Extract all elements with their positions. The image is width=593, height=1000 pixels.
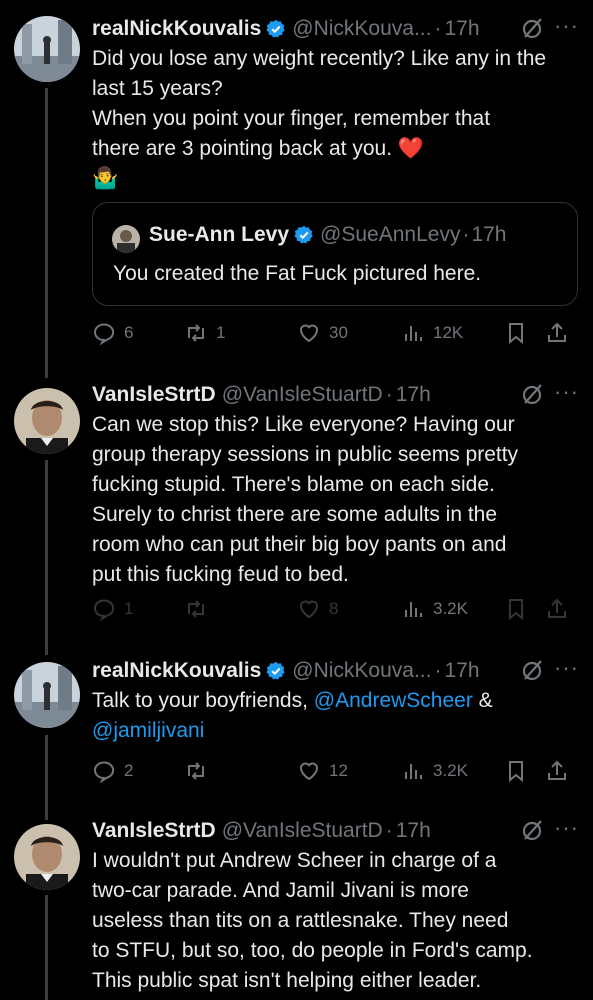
heart-icon	[299, 762, 319, 781]
share-icon	[548, 598, 566, 618]
handle[interactable]: @VanIsleStuartD	[222, 383, 383, 407]
retweet-icon	[188, 762, 204, 780]
thread-line	[45, 88, 48, 378]
action-bar: 6 1 30 12K	[92, 318, 579, 348]
timestamp[interactable]: 17h	[444, 17, 479, 41]
thread-line	[45, 895, 48, 1000]
more-options-icon[interactable]: ···	[554, 379, 579, 405]
verified-badge-icon	[294, 225, 313, 244]
more-options-icon[interactable]: ···	[554, 815, 579, 841]
separator: ·	[434, 659, 442, 682]
retweet-button[interactable]	[184, 756, 216, 786]
separator: ·	[434, 17, 442, 40]
timestamp[interactable]: 17h	[396, 819, 431, 843]
separator: ·	[385, 819, 393, 842]
tweet-header: VanIsleStrtD @VanIsleStuartD · 17h	[92, 816, 593, 846]
views-button[interactable]: 3.2K	[401, 594, 468, 624]
like-count: 30	[329, 323, 348, 342]
view-count: 12K	[433, 323, 464, 342]
mention-link[interactable]: @jamiljivani	[92, 719, 204, 742]
quoted-handle: @SueAnnLevy	[320, 223, 461, 246]
share-icon	[548, 322, 566, 342]
avatar[interactable]	[14, 662, 80, 728]
views-icon	[405, 602, 422, 617]
avatar[interactable]	[14, 824, 80, 890]
thread-line	[45, 460, 48, 655]
tweet-text: I wouldn't put Andrew Scheer in charge o…	[92, 849, 533, 992]
grok-icon[interactable]	[521, 16, 545, 40]
like-button[interactable]: 30	[297, 318, 348, 348]
quoted-display-name: Sue-Ann Levy	[149, 223, 290, 246]
retweet-icon	[188, 324, 204, 342]
more-options-icon[interactable]: ···	[554, 655, 579, 681]
reply-button[interactable]: 2	[92, 756, 133, 786]
handle[interactable]: @NickKouva...	[292, 659, 431, 683]
quoted-tweet[interactable]: Sue-Ann Levy @SueAnnLevy · 17h You creat…	[92, 202, 578, 306]
avatar[interactable]	[14, 388, 80, 454]
reply-count: 2	[124, 761, 134, 780]
retweet-button[interactable]: 1	[184, 318, 225, 348]
handle[interactable]: @NickKouva...	[292, 17, 431, 41]
views-button[interactable]: 12K	[401, 318, 463, 348]
share-button[interactable]	[545, 756, 577, 786]
like-button[interactable]: 12	[297, 756, 348, 786]
share-button[interactable]	[545, 594, 577, 624]
action-bar: 2 12 3.2K	[92, 756, 579, 786]
verified-badge-icon	[266, 661, 285, 680]
separator: ·	[462, 223, 470, 246]
retweet-count: 1	[216, 323, 226, 342]
bookmark-icon	[509, 599, 523, 621]
quoted-timestamp: 17h	[471, 223, 507, 246]
separator: ·	[385, 383, 393, 406]
tweet-header: VanIsleStrtD @VanIsleStuartD · 17h	[92, 380, 593, 410]
bookmark-button[interactable]	[504, 594, 536, 624]
bookmark-button[interactable]	[504, 318, 536, 348]
bookmark-icon	[509, 323, 523, 345]
tweet-text: Talk to your boyfriends, @AndrewScheer &…	[92, 686, 579, 746]
reply-button[interactable]: 6	[92, 318, 133, 348]
verified-badge-icon	[266, 19, 285, 38]
heart-icon	[299, 324, 319, 343]
action-bar-right: 3.2K	[92, 594, 579, 624]
bookmark-icon	[509, 761, 523, 783]
reply-icon	[93, 323, 115, 345]
grok-icon[interactable]	[521, 818, 545, 842]
quoted-text: You created the Fat Fuck pictured here.	[113, 262, 482, 285]
display-name[interactable]: realNickKouvalis	[92, 659, 261, 683]
display-name[interactable]: VanIsleStrtD	[92, 383, 216, 407]
quoted-avatar	[112, 225, 140, 253]
view-count: 3.2K	[433, 599, 468, 618]
tweet-text: Can we stop this? Like everyone? Having …	[92, 413, 519, 586]
views-icon	[405, 326, 422, 341]
more-options-icon[interactable]: ···	[554, 13, 579, 39]
mention-link[interactable]: @AndrewScheer	[314, 689, 473, 712]
tweet-header: realNickKouvalis @NickKouva... · 17h	[92, 14, 593, 44]
views-button[interactable]: 3.2K	[401, 756, 468, 786]
display-name[interactable]: realNickKouvalis	[92, 17, 261, 41]
grok-icon[interactable]	[521, 382, 545, 406]
thread-line	[45, 735, 48, 820]
avatar[interactable]	[14, 16, 80, 82]
reply-count: 6	[124, 323, 134, 342]
share-icon	[548, 760, 566, 780]
tweet-text: Did you lose any weight recently? Like a…	[92, 47, 547, 190]
tweet-header: realNickKouvalis @NickKouva... · 17h	[92, 656, 593, 686]
like-count: 12	[329, 761, 348, 780]
timestamp[interactable]: 17h	[444, 659, 479, 683]
timestamp[interactable]: 17h	[396, 383, 431, 407]
tweet-text-part: Talk to your boyfriends,	[92, 689, 314, 712]
reply-icon	[93, 761, 115, 783]
bookmark-button[interactable]	[504, 756, 536, 786]
grok-icon[interactable]	[521, 658, 545, 682]
quoted-header: Sue-Ann Levy @SueAnnLevy · 17h	[149, 223, 507, 247]
view-count: 3.2K	[433, 761, 468, 780]
tweet-text-part: &	[472, 689, 493, 712]
handle[interactable]: @VanIsleStuartD	[222, 819, 383, 843]
display-name[interactable]: VanIsleStrtD	[92, 819, 216, 843]
share-button[interactable]	[545, 318, 577, 348]
views-icon	[405, 764, 422, 779]
